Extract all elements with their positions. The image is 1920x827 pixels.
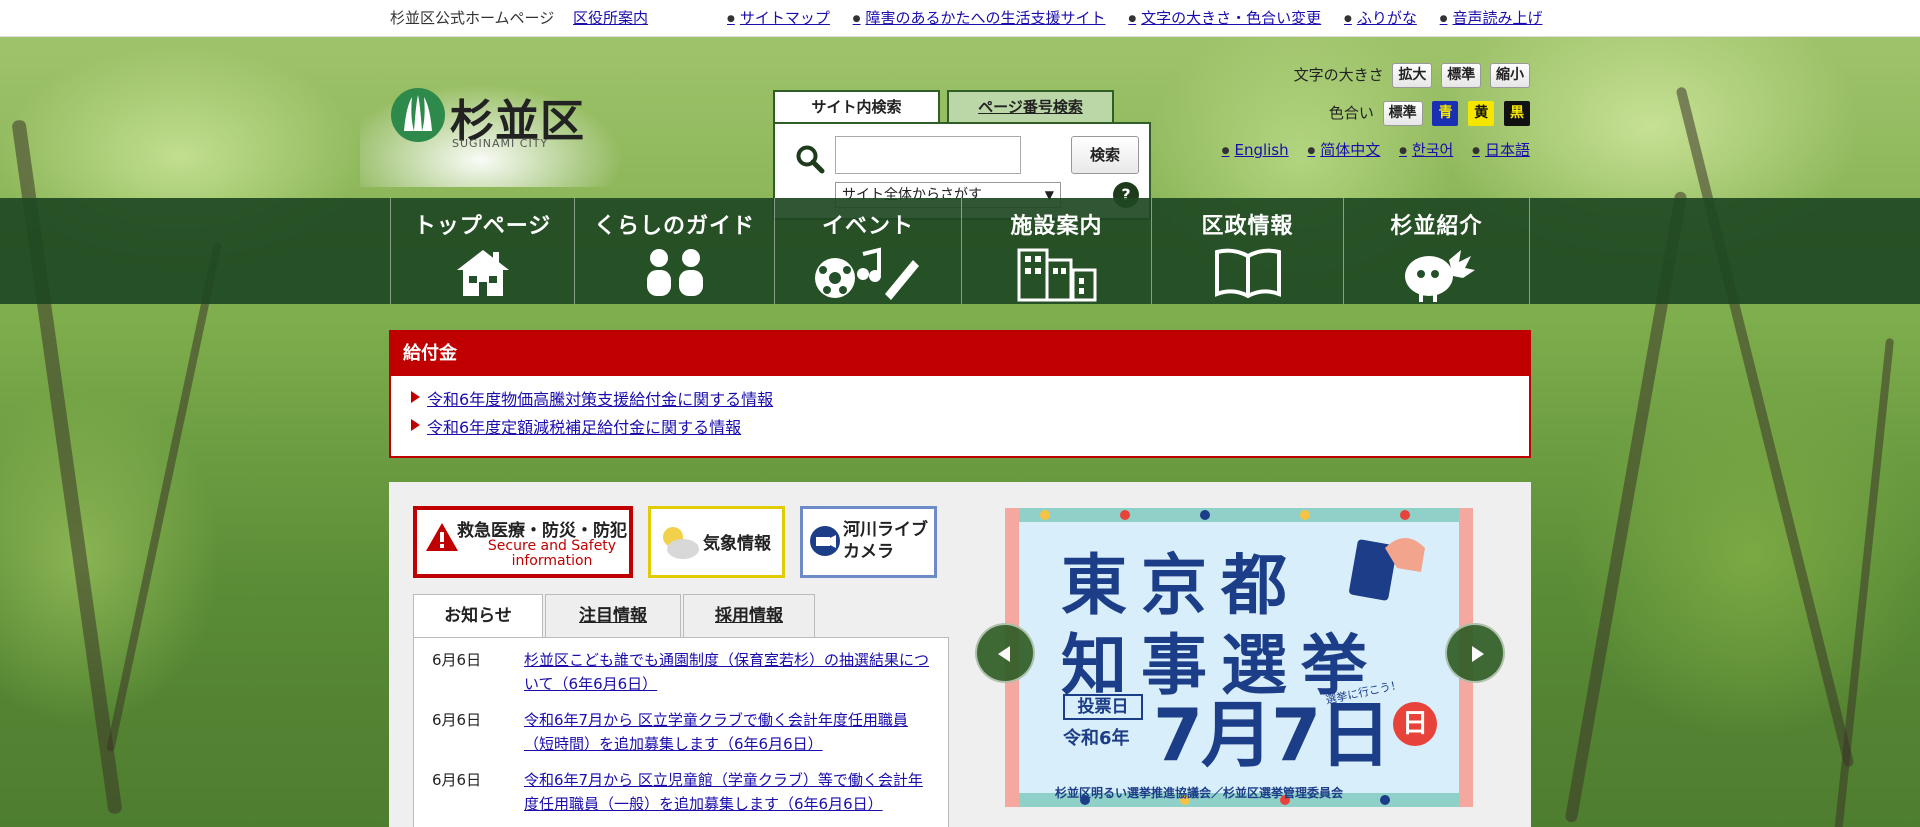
nav-label: くらしのガイド [593,214,755,239]
furigana-link[interactable]: ふりがな [1344,9,1417,27]
tab-recruitment[interactable]: 採用情報 [683,594,815,638]
weather-label: 気象情報 [703,534,771,554]
list-item: 令和6年度物価高騰対策支援給付金に関する情報 [391,386,1529,414]
color-label: 色合い [1328,104,1374,122]
office-guide-link[interactable]: 区役所案内 [573,9,648,27]
search-box: サイト内検索 ページ番号検索 検索 サイト全体からさがす ▼ ? [773,90,1153,220]
weather-banner[interactable]: 気象情報 [648,506,785,578]
notice-link[interactable]: 令和6年度物価高騰対策支援給付金に関する情報 [427,390,773,409]
book-icon [1214,248,1281,298]
nav-label: イベント [821,214,914,239]
vote-weekday: 日 [1393,702,1437,746]
mascot-icon [1404,250,1475,302]
list-item: 令和6年度定額減税補足給付金に関する情報 [391,414,1529,442]
notice-title: 給付金 [391,332,1529,376]
news-link[interactable]: 杉並区こども誰でも通園制度（保育室若杉）の抽選結果について（6年6月6日） [524,648,934,696]
news-link[interactable]: 令和6年7月から 区立児童館（学童クラブ）等で働く会計年度任用職員（一般）を追加… [524,768,934,816]
nav-government-info[interactable]: 区政情報 [1151,198,1343,304]
slide-next-button[interactable] [1445,623,1505,683]
emergency-subtitle: Secure and Safety information [487,538,617,569]
utility-links: サイトマップ 障害のあるかたへの生活支援サイト 文字の大きさ・色合い変更 ふりが… [727,7,1561,28]
text-size-controls: 文字の大きさ 拡大 標準 縮小 [1294,63,1530,88]
site-name: 杉並区公式ホームページ [390,9,555,27]
house-icon [456,250,509,296]
text-size-color-link[interactable]: 文字の大きさ・色合い変更 [1128,9,1321,27]
language-links: English 简体中文 한국어 日本語 [1208,139,1530,160]
slide-prev-button[interactable] [975,623,1035,683]
nav-label: 杉並紹介 [1390,214,1483,239]
event-icon [815,247,919,300]
text-size-enlarge-button[interactable]: 拡大 [1392,63,1433,88]
search-icon [796,145,825,174]
search-button[interactable]: 検索 [1071,136,1139,174]
news-date: 6月6日 [432,771,482,789]
header: 杉並区 SUGINAMI CITY サイト内検索 ページ番号検索 検索 サイト全… [360,37,1530,220]
color-black-button[interactable]: 黒 [1504,101,1530,126]
river-camera-banner[interactable]: 河川ライブカメラ [800,506,937,578]
nav-events[interactable]: イベント [774,198,961,304]
color-controls: 色合い 標準 青 黄 黒 [1329,101,1530,126]
tab-featured[interactable]: 注目情報 [545,594,681,638]
main-nav: トップページ くらしのガイド イベント 施設案内 区政情報 杉並紹介 [0,198,1920,304]
news-date: 6月6日 [432,651,482,669]
logo-mark-icon [391,88,445,142]
lang-japanese-link[interactable]: 日本語 [1472,141,1530,159]
notice-link[interactable]: 令和6年度定額減税補足給付金に関する情報 [427,418,741,437]
nav-top-page[interactable]: トップページ [390,198,574,304]
emergency-banner[interactable]: 救急医療・防災・防犯 Secure and Safety information [413,506,633,578]
tab-site-search[interactable]: サイト内検索 [773,90,940,123]
color-yellow-button[interactable]: 黄 [1468,101,1495,126]
vote-day-label: 投票日 [1063,694,1143,720]
lang-english-link[interactable]: English [1222,141,1289,159]
lang-chinese-link[interactable]: 简体中文 [1307,141,1380,159]
nav-label: 区政情報 [1201,214,1294,239]
nav-about-suginami[interactable]: 杉並紹介 [1343,198,1530,304]
river-camera-label: 河川ライブカメラ [843,520,928,562]
logo-subtitle: SUGINAMI CITY [452,137,549,150]
lang-korean-link[interactable]: 한국어 [1399,141,1453,159]
tab-page-number-search[interactable]: ページ番号検索 [947,90,1114,123]
nav-label: トップページ [413,214,552,239]
camera-icon [810,526,840,556]
disability-support-link[interactable]: 障害のあるかたへの生活支援サイト [853,9,1106,27]
building-icon [1017,248,1096,302]
read-aloud-link[interactable]: 音声読み上げ [1440,9,1543,27]
main-content: 救急医療・防災・防犯 Secure and Safety information… [389,482,1531,827]
news-link[interactable]: 令和6年7月から 区立学童クラブで働く会計年度任用職員（短時間）を追加募集します… [524,708,934,756]
people-icon [646,249,703,296]
news-list: 6月6日 杉並区こども誰でも通園制度（保育室若杉）の抽選結果について（6年6月6… [413,637,949,827]
tab-notices[interactable]: お知らせ [413,594,543,639]
benefit-notice: 給付金 令和6年度物価高騰対策支援給付金に関する情報 令和6年度定額減税補足給付… [389,330,1531,458]
nav-living-guide[interactable]: くらしのガイド [574,198,774,304]
text-size-reduce-button[interactable]: 縮小 [1490,63,1530,88]
sitemap-link[interactable]: サイトマップ [727,9,830,27]
vote-year: 令和6年 [1063,728,1130,749]
logo[interactable]: 杉並区 SUGINAMI CITY [360,65,620,187]
text-size-label: 文字の大きさ [1293,66,1384,84]
vote-organizer: 杉並区明るい選挙推進協議会／杉並区選挙管理委員会 [1055,786,1344,800]
news-date: 6月6日 [432,711,482,729]
nav-label: 施設案内 [1010,214,1103,239]
election-slide[interactable]: 東京都 知事選挙 投票日 令和6年 7月7日 選挙に行こう！ 日 杉並区明るい選… [1005,508,1473,807]
text-size-standard-button[interactable]: 標準 [1441,63,1482,88]
color-standard-button[interactable]: 標準 [1382,101,1423,126]
weather-icon [663,527,699,559]
utility-bar: 杉並区公式ホームページ 区役所案内 サイトマップ 障害のあるかたへの生活支援サイ… [0,0,1920,37]
nav-facilities[interactable]: 施設案内 [961,198,1151,304]
color-blue-button[interactable]: 青 [1432,101,1459,126]
search-input[interactable] [835,136,1021,174]
warning-icon [426,523,458,551]
